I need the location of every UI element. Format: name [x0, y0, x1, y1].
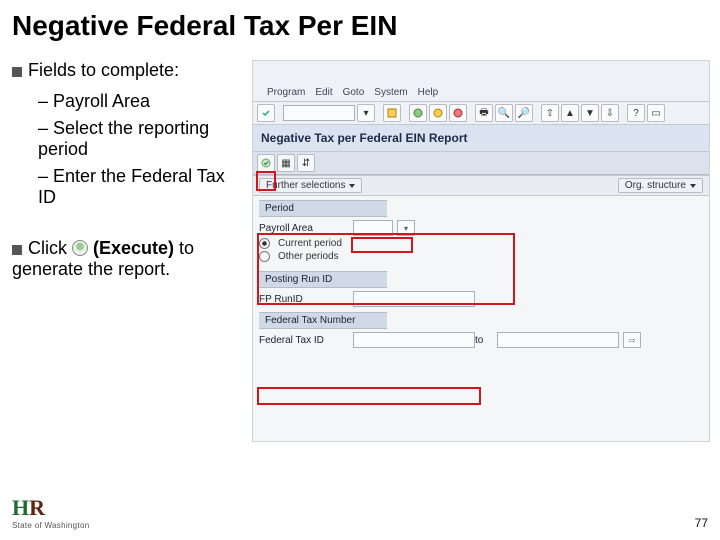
execute-button[interactable] [257, 154, 275, 172]
command-field[interactable] [283, 105, 355, 121]
sap-standard-toolbar: ▾ 🖶 🔍 🔎 ⇧ ▲ ▼ ⇩ ? ▭ [253, 102, 709, 125]
bullet-payroll-area: – Payroll Area [38, 91, 244, 112]
logo-subtitle: State of Washington [12, 521, 89, 530]
payroll-area-label: Payroll Area [259, 223, 349, 234]
sap-application-toolbar: ▦ ⇵ [253, 152, 709, 175]
get-variant-icon[interactable]: ▦ [277, 154, 295, 172]
find-icon[interactable]: 🔍 [495, 104, 513, 122]
prev-page-icon[interactable]: ▲ [561, 104, 579, 122]
menu-system[interactable]: System [374, 87, 407, 98]
help-icon[interactable]: ? [627, 104, 645, 122]
sap-screenshot: Program Edit Goto System Help ▾ 🖶 🔍 [252, 60, 710, 442]
chevron-down-icon [690, 184, 696, 188]
to-label: to [475, 335, 493, 346]
group-fedtax-header: Federal Tax Number [259, 312, 387, 329]
group-posting-header: Posting Run ID [259, 271, 387, 288]
bullet-reporting-period: – Select the reporting period [38, 118, 244, 160]
menu-program[interactable]: Program [267, 87, 305, 98]
click-execute-instruction: Click (Execute) to generate the report. [12, 238, 244, 280]
dropdown-icon[interactable]: ▾ [357, 104, 375, 122]
further-selections-button[interactable]: Further selections [259, 178, 362, 193]
fed-tax-id-input[interactable] [353, 332, 475, 348]
fields-to-complete: Fields to complete: [12, 60, 244, 81]
chevron-down-icon [349, 184, 355, 188]
enter-icon[interactable] [257, 104, 275, 122]
fed-tax-id-label: Federal Tax ID [259, 335, 349, 346]
radio-current-period[interactable] [259, 238, 270, 249]
back-icon[interactable] [409, 104, 427, 122]
highlight-fed-tax-id [257, 387, 481, 405]
multiple-selection-icon[interactable]: ⇨ [623, 332, 641, 348]
row-fed-tax-id: Federal Tax ID to ⇨ [253, 331, 709, 349]
radio-other-periods[interactable] [259, 251, 270, 262]
search-help-icon[interactable]: ▾ [397, 220, 415, 236]
group-period-header: Period [259, 200, 387, 217]
fields-to-complete-label: Fields to complete: [28, 60, 179, 80]
row-current-period: Current period [253, 237, 709, 250]
sap-title-bar [253, 61, 709, 83]
fp-runid-input[interactable] [353, 291, 475, 307]
print-icon[interactable]: 🖶 [475, 104, 493, 122]
fed-tax-id-to-input[interactable] [497, 332, 619, 348]
fp-runid-label: FP RunID [259, 294, 349, 305]
hr-logo: HR State of Washington [12, 495, 89, 530]
execute-icon [72, 240, 88, 256]
bullet-square [12, 245, 22, 255]
first-page-icon[interactable]: ⇧ [541, 104, 559, 122]
sort-icon[interactable]: ⇵ [297, 154, 315, 172]
current-period-label: Current period [278, 238, 342, 249]
report-title: Negative Tax per Federal EIN Report [253, 125, 709, 152]
other-periods-label: Other periods [278, 251, 339, 262]
row-other-periods: Other periods [253, 250, 709, 263]
next-page-icon[interactable]: ▼ [581, 104, 599, 122]
exit-icon[interactable] [429, 104, 447, 122]
layout-icon[interactable]: ▭ [647, 104, 665, 122]
menu-goto[interactable]: Goto [343, 87, 365, 98]
find-next-icon[interactable]: 🔎 [515, 104, 533, 122]
bullet-square [12, 67, 22, 77]
sap-menu-bar: Program Edit Goto System Help [253, 83, 709, 102]
selection-bar: Further selections Org. structure [253, 175, 709, 196]
menu-edit[interactable]: Edit [315, 87, 332, 98]
row-fp-runid: FP RunID [253, 290, 709, 308]
save-icon[interactable] [383, 104, 401, 122]
row-payroll-area: Payroll Area ▾ [253, 219, 709, 237]
slide-title: Negative Federal Tax Per EIN [12, 10, 710, 42]
payroll-area-input[interactable] [353, 220, 393, 236]
bullet-federal-tax-id: – Enter the Federal Tax ID [38, 166, 244, 208]
menu-help[interactable]: Help [418, 87, 439, 98]
org-structure-button[interactable]: Org. structure [618, 178, 703, 193]
page-number: 77 [695, 516, 708, 530]
cancel-icon[interactable] [449, 104, 467, 122]
last-page-icon[interactable]: ⇩ [601, 104, 619, 122]
